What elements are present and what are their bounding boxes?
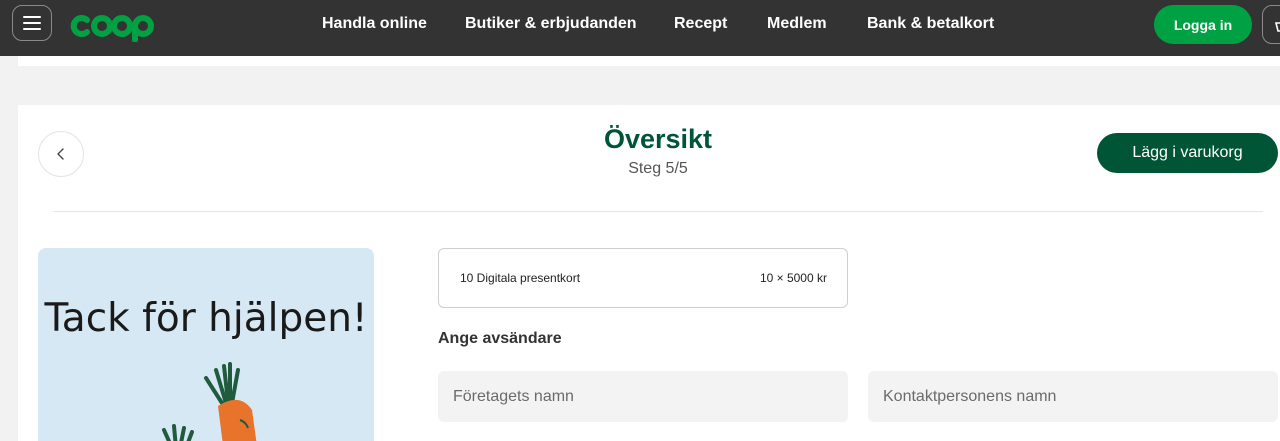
add-to-cart-button[interactable]: Lägg i varukorg [1097, 133, 1278, 173]
summary-item-price: 10 × 5000 kr [759, 271, 827, 285]
company-name-field[interactable] [438, 371, 848, 422]
cart-button[interactable] [1262, 5, 1280, 44]
nav-medlem[interactable]: Medlem [767, 15, 827, 33]
sender-section-label: Ange avsändare [438, 330, 562, 347]
giftcard-preview: Tack för hjälpen! [38, 248, 374, 441]
top-navigation-bar: Handla online Butiker & erbjudanden Rece… [0, 0, 1280, 56]
page-title: Översikt [603, 124, 713, 154]
step-indicator: Steg 5/5 [628, 160, 688, 177]
nav-recept[interactable]: Recept [674, 15, 727, 33]
giftcard-message: Tack för hjälpen! [44, 296, 368, 341]
hamburger-icon [23, 16, 41, 30]
coop-logo[interactable] [67, 10, 159, 42]
contact-person-field[interactable] [868, 371, 1278, 422]
carrot-illustration [162, 362, 257, 441]
hamburger-menu-button[interactable] [12, 5, 52, 41]
header-spacer [18, 56, 1280, 66]
nav-bank-betalkort[interactable]: Bank & betalkort [867, 15, 994, 33]
login-button[interactable]: Logga in [1154, 5, 1252, 44]
divider [53, 211, 1263, 212]
order-summary-box: 10 Digitala presentkort 10 × 5000 kr [438, 248, 848, 308]
basket-icon [1274, 21, 1280, 32]
nav-handla-online[interactable]: Handla online [322, 15, 427, 33]
nav-butiker-erbjudanden[interactable]: Butiker & erbjudanden [465, 15, 637, 33]
summary-item-name: 10 Digitala presentkort [460, 271, 581, 285]
